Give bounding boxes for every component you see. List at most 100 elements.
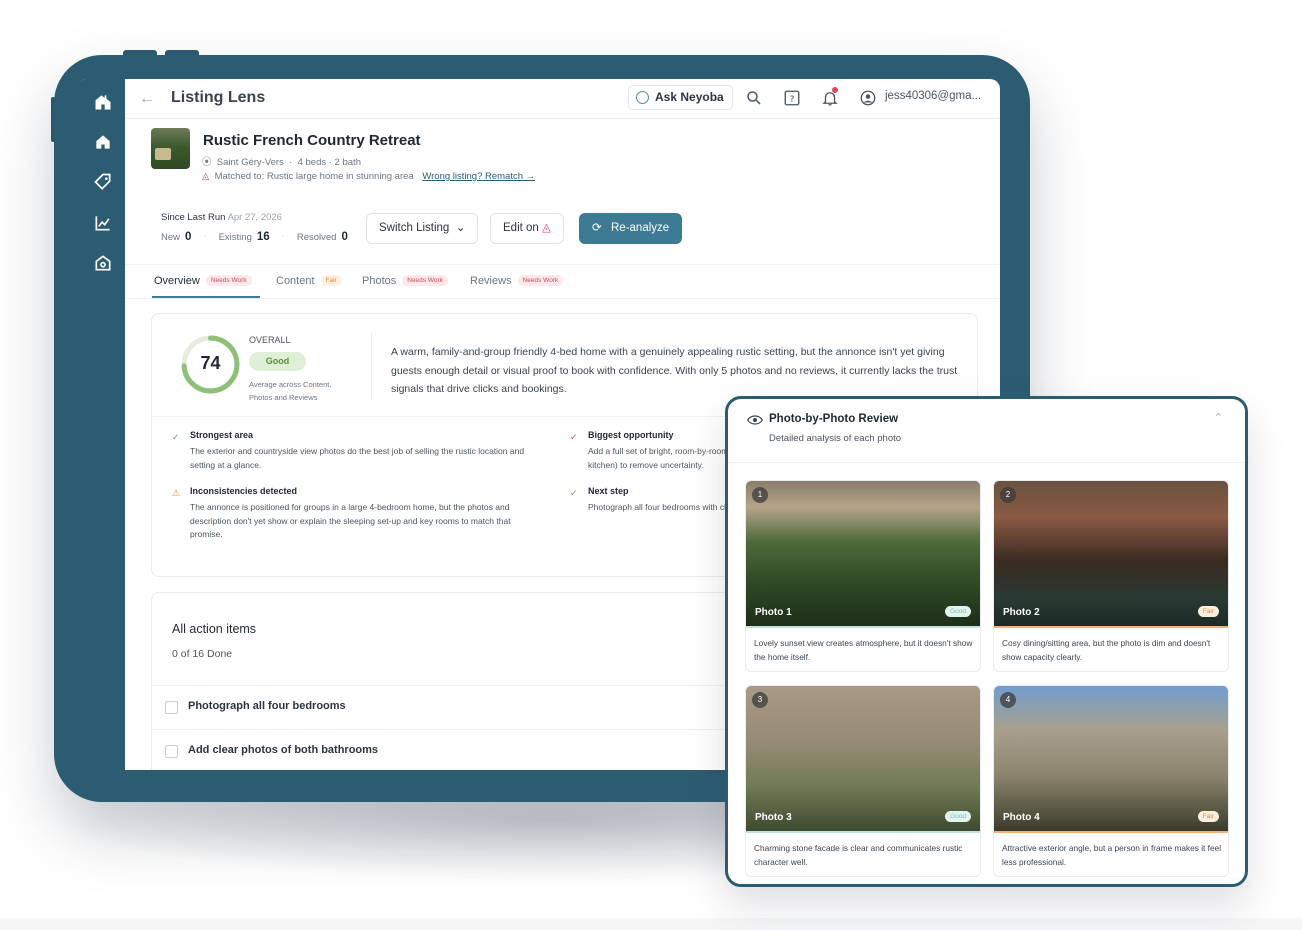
status-badge: Needs Work (205, 275, 252, 286)
switch-listing-button[interactable]: Switch Listing ⌄ (366, 213, 479, 244)
checkbox[interactable] (165, 701, 178, 714)
user-email[interactable]: jess40306@gma... (885, 90, 981, 102)
status-badge: Fair (320, 275, 342, 286)
photo-number: 3 (752, 692, 768, 708)
score-note: Average across Content, Photos and Revie… (249, 380, 332, 402)
divider (371, 332, 372, 400)
overall-label: OVERALL (249, 335, 291, 345)
photo-rating-badge: Fair (1197, 606, 1219, 617)
panel-title: Photo-by-Photo Review (769, 413, 899, 425)
listing-match: ◬ Matched to: Rustic large home in stunn… (202, 171, 535, 182)
photo-image (994, 481, 1228, 626)
chevron-up-icon[interactable]: ⌃ (1214, 411, 1223, 424)
notification-dot (832, 87, 838, 93)
check-icon: ✓ (570, 432, 578, 442)
help-icon[interactable]: ? (783, 89, 801, 107)
home-icon[interactable] (90, 129, 116, 155)
photo-caption: Charming stone facade is clear and commu… (754, 843, 963, 867)
back-arrow-icon[interactable]: ← (139, 90, 155, 108)
ask-neyoba-button[interactable]: Ask Neyoba (628, 85, 733, 110)
floor (0, 918, 1302, 930)
photo-label: Photo 4 (1003, 812, 1040, 823)
since-date: Apr 27, 2026 (227, 212, 282, 223)
tab-overview[interactable]: Overview Needs Work (154, 275, 252, 287)
tab-content[interactable]: Content Fair (276, 275, 342, 287)
warning-icon: ⚠ (172, 488, 181, 498)
photo-caption: Lovely sunset view creates atmosphere, b… (754, 638, 973, 662)
airbnb-icon: ◬ (202, 171, 210, 182)
user-icon[interactable] (859, 89, 877, 107)
rating-bar (746, 626, 980, 628)
active-tab-indicator (152, 296, 260, 298)
photo-card[interactable]: 3 Photo 3 Good Charming stone facade is … (745, 685, 981, 877)
tab-reviews[interactable]: Reviews Needs Work (470, 275, 564, 287)
panel-subtitle: Detailed analysis of each photo (769, 433, 902, 444)
existing-count: Existing 16 (218, 231, 270, 243)
rating-badge: Good (249, 352, 306, 371)
since-label: Since Last Run (161, 212, 226, 223)
photo-image (746, 686, 980, 831)
status-badge: Needs Work (517, 275, 564, 286)
photo-card[interactable]: 1 Photo 1 Good Lovely sunset view create… (745, 480, 981, 672)
photo-label: Photo 2 (1003, 607, 1040, 618)
search-icon[interactable] (745, 89, 763, 107)
rating-bar (994, 626, 1228, 628)
photo-review-panel: Photo-by-Photo Review Detailed analysis … (725, 396, 1248, 887)
rating-bar (994, 831, 1228, 833)
insight-strongest: ✓ Strongest area The exterior and countr… (172, 430, 525, 470)
edit-on-airbnb-button[interactable]: Edit on ◬ (490, 213, 564, 244)
top-bar: ← Listing Lens Ask Neyoba ? jess40306@gm… (125, 79, 1000, 119)
chat-icon (636, 91, 649, 104)
photo-rating-badge: Good (945, 811, 971, 822)
insight-inconsistencies: ⚠ Inconsistencies detected The annonce i… (172, 486, 511, 539)
refresh-icon: ⟳ (592, 222, 602, 234)
eye-icon (747, 415, 763, 425)
divider (728, 462, 1245, 463)
photo-number: 4 (1000, 692, 1016, 708)
svg-text:?: ? (790, 95, 795, 105)
page-title: Listing Lens (171, 89, 266, 106)
overall-summary: A warm, family-and-group friendly 4-bed … (391, 346, 958, 395)
photo-image (746, 481, 980, 626)
run-counts: New 0 · Existing 16 · Resolved 0 (161, 231, 348, 243)
action-items-title: All action items (172, 622, 257, 636)
rematch-link[interactable]: Wrong listing? Rematch → (422, 171, 535, 182)
listing-location: Saint Géry-Vers (216, 157, 284, 168)
listing-beds-bath: 4 beds · 2 bath (297, 157, 361, 168)
listing-thumbnail (151, 128, 190, 169)
chart-icon[interactable] (90, 210, 116, 236)
tag-icon[interactable] (90, 169, 116, 195)
reanalyze-button[interactable]: ⟳ Re-analyze (579, 213, 683, 244)
photo-label: Photo 3 (755, 812, 792, 823)
overall-score: 74 (200, 353, 221, 373)
status-badge: Needs Work (402, 275, 448, 286)
photo-card[interactable]: 4 Photo 4 Fair Attractive exterior angle… (993, 685, 1229, 877)
check-icon: ✓ (172, 432, 180, 442)
chevron-down-icon: ⌄ (455, 222, 466, 234)
photo-caption: Attractive exterior angle, but a person … (1002, 843, 1222, 867)
action-items-progress: 0 of 16 Done (172, 648, 233, 660)
checkbox[interactable] (165, 745, 178, 758)
rating-bar (746, 831, 980, 833)
pin-icon: ⦿ (202, 157, 212, 168)
logo-icon[interactable] (90, 89, 116, 115)
since-last-run: Since Last Run Apr 27, 2026 (161, 212, 282, 223)
photo-caption: Cosy dining/sitting area, but the photo … (1002, 638, 1211, 662)
airbnb-icon: ◬ (542, 222, 551, 234)
nav-rail (81, 79, 125, 770)
match-text: Matched to: Rustic large home in stunnin… (214, 171, 414, 182)
photo-label: Photo 1 (755, 607, 792, 618)
tab-photos[interactable]: Photos Needs Work (362, 275, 448, 287)
photo-image (994, 686, 1228, 831)
listing-title: Rustic French Country Retreat (203, 132, 421, 149)
resolved-count: Resolved 0 (296, 231, 348, 243)
listing-meta: ⦿ Saint Géry-Vers · 4 beds · 2 bath (202, 157, 361, 168)
house-eye-icon[interactable] (90, 250, 116, 276)
tab-bar: Overview Needs Work Content Fair Photos Nee… (125, 264, 1000, 299)
ask-label: Ask Neyoba (655, 90, 724, 104)
photo-card[interactable]: 2 Photo 2 Fair Cosy dining/sitting area,… (993, 480, 1229, 672)
check-icon: ✓ (570, 488, 578, 498)
photo-rating-badge: Fair (1197, 811, 1219, 822)
photo-rating-badge: Good (945, 606, 971, 617)
photo-number: 1 (752, 487, 768, 503)
